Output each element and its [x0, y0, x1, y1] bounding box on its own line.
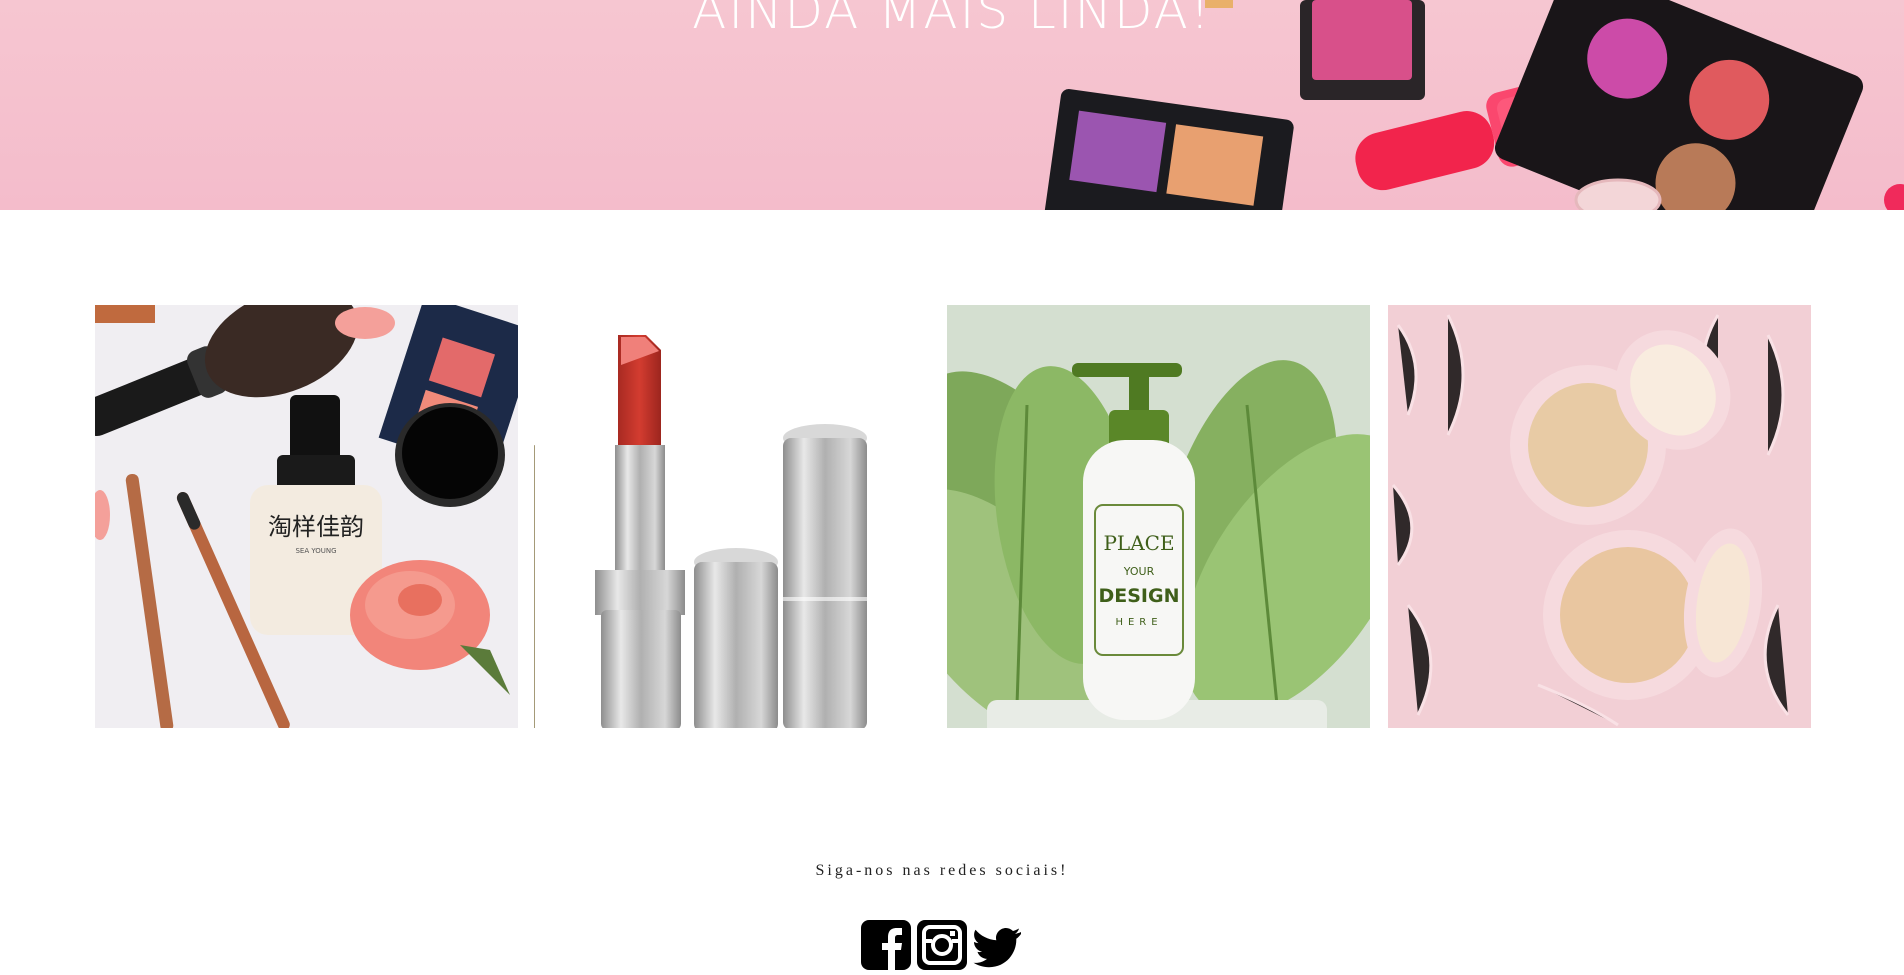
eyeshadow-palette: [1043, 89, 1294, 210]
pump-bottle-product-photo: PLACE YOUR DESIGN HERE: [947, 305, 1370, 728]
product-gallery: 淘样佳韵 SEA YOUNG PLACE YOUR DESIGN HERE: [0, 305, 1904, 728]
hero-title: AINDA MAIS LINDA!: [692, 0, 1212, 40]
instagram-link[interactable]: [917, 920, 967, 970]
foundation-product-photo: 淘样佳韵 SEA YOUNG: [95, 305, 518, 728]
gallery-item-foundation[interactable]: 淘样佳韵 SEA YOUNG: [95, 305, 518, 728]
bottle-label-text: DESIGN: [1098, 585, 1179, 607]
gallery-item-compact-powder[interactable]: [1388, 305, 1811, 728]
bottle-label-text: HERE: [1115, 617, 1162, 628]
bottle-label-text: YOUR: [1123, 565, 1155, 578]
gallery-item-pump-bottle[interactable]: PLACE YOUR DESIGN HERE: [947, 305, 1370, 728]
bottle-label-text: PLACE: [1103, 531, 1174, 555]
hero-banner: AINDA MAIS LINDA!: [0, 0, 1904, 210]
facebook-link[interactable]: [861, 920, 911, 970]
twitter-link[interactable]: [973, 920, 1023, 970]
lipstick-product-photo: [595, 335, 867, 728]
social-links: [0, 920, 1884, 970]
social-section-title: Siga-nos nas redes sociais!: [815, 862, 1069, 879]
product-sublabel: SEA YOUNG: [295, 547, 336, 555]
twitter-icon: [973, 928, 1021, 968]
instagram-icon: [917, 920, 967, 970]
gallery-item-lipstick[interactable]: [535, 305, 958, 728]
product-label: 淘样佳韵: [268, 513, 364, 541]
facebook-icon: [861, 920, 911, 970]
compact-powder-product-photo: [1388, 305, 1811, 728]
